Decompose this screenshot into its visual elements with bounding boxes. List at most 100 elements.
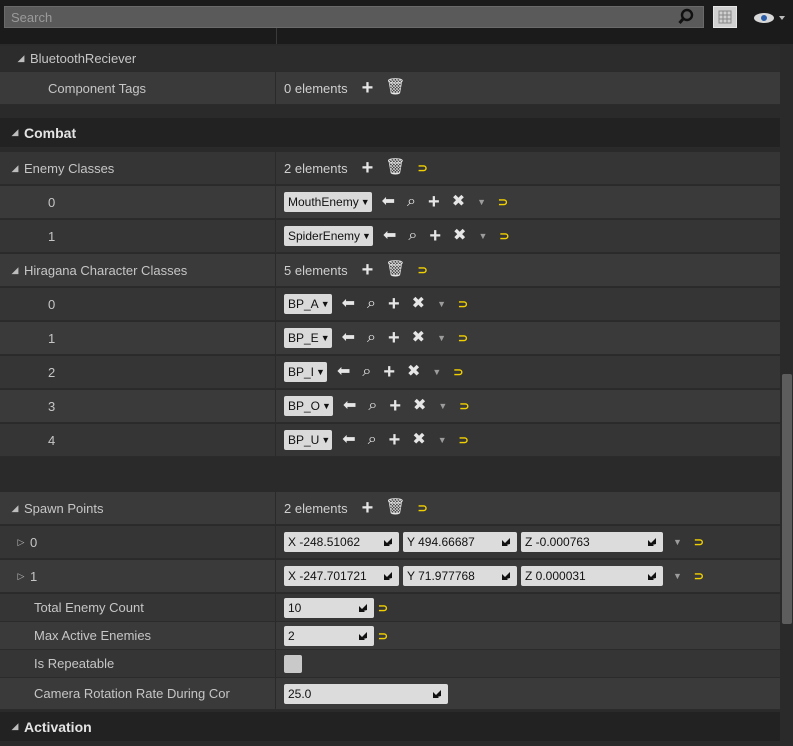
insert-icon[interactable]: +: [388, 328, 400, 348]
insert-icon[interactable]: +: [389, 396, 401, 416]
class-dropdown[interactable]: SpiderEnemy ▼: [284, 226, 373, 246]
add-element-icon[interactable]: +: [362, 78, 374, 98]
class-dropdown[interactable]: MouthEnemy ▼: [284, 192, 372, 212]
use-selected-icon[interactable]: ⬅: [342, 330, 355, 346]
expand-arrow-icon[interactable]: ▷: [14, 571, 28, 582]
reset-to-default-icon[interactable]: ⊃: [499, 228, 509, 244]
is-repeatable-checkbox[interactable]: [284, 654, 302, 673]
class-dropdown[interactable]: BP_A ▼: [284, 294, 332, 314]
z-field[interactable]: Z 0.000031: [521, 566, 663, 586]
add-element-icon[interactable]: +: [362, 260, 374, 280]
reset-to-default-icon[interactable]: ⊃: [458, 296, 468, 312]
insert-icon[interactable]: +: [388, 294, 400, 314]
use-selected-icon[interactable]: ⬅: [342, 296, 355, 312]
x-field[interactable]: X -248.51062: [284, 532, 399, 552]
drag-value-icon: [359, 631, 367, 640]
add-element-icon[interactable]: +: [362, 498, 374, 518]
scrollbar-thumb[interactable]: [782, 374, 792, 624]
more-options-icon[interactable]: ▼: [438, 401, 447, 411]
search-box[interactable]: [4, 6, 704, 28]
collapse-arrow-icon[interactable]: ◢: [8, 265, 22, 276]
reset-to-default-icon[interactable]: ⊃: [378, 628, 388, 644]
trash-icon[interactable]: 🗑: [385, 80, 405, 96]
use-selected-icon[interactable]: ⬅: [383, 228, 396, 244]
add-element-icon[interactable]: +: [362, 158, 374, 178]
class-dropdown[interactable]: BP_O ▼: [284, 396, 333, 416]
class-dropdown[interactable]: BP_I ▼: [284, 362, 327, 382]
trash-icon[interactable]: 🗑: [385, 500, 405, 516]
collapse-arrow-icon[interactable]: ◢: [8, 163, 22, 174]
collapse-arrow-icon[interactable]: ◢: [8, 503, 22, 514]
collapse-arrow-icon[interactable]: ◢: [8, 721, 22, 732]
collapse-arrow-icon[interactable]: ◢: [8, 127, 22, 138]
more-options-icon[interactable]: ▼: [477, 197, 486, 207]
reset-to-default-icon[interactable]: ⊃: [459, 398, 469, 414]
reset-to-default-icon[interactable]: ⊃: [418, 262, 428, 278]
x-field[interactable]: X -247.701721: [284, 566, 399, 586]
clear-icon[interactable]: ✖: [412, 432, 425, 448]
reset-to-default-icon[interactable]: ⊃: [498, 194, 508, 210]
more-options-icon[interactable]: ▼: [478, 231, 487, 241]
class-dropdown[interactable]: BP_E ▼: [284, 328, 332, 348]
more-options-icon[interactable]: ▼: [673, 537, 682, 547]
total-enemy-count-field[interactable]: 10: [284, 597, 374, 618]
more-options-icon[interactable]: ▼: [437, 333, 446, 343]
y-field[interactable]: Y 71.977768: [403, 566, 517, 586]
class-dropdown[interactable]: BP_U ▼: [284, 430, 333, 450]
browse-icon[interactable]: ⌕: [368, 432, 377, 448]
more-options-icon[interactable]: ▼: [438, 435, 447, 445]
browse-icon[interactable]: ⌕: [408, 228, 417, 244]
category-activation[interactable]: ◢ Activation: [0, 712, 780, 742]
view-options-button[interactable]: [752, 8, 792, 28]
clear-icon[interactable]: ✖: [413, 398, 426, 414]
clear-icon[interactable]: ✖: [453, 228, 466, 244]
use-selected-icon[interactable]: ⬅: [382, 194, 395, 210]
vertical-scrollbar[interactable]: [781, 46, 793, 746]
camera-rotation-rate-field[interactable]: 25.0: [284, 683, 448, 704]
collapse-arrow-icon[interactable]: ◢: [14, 53, 28, 64]
browse-icon[interactable]: ⌕: [407, 194, 416, 210]
clear-icon[interactable]: ✖: [412, 296, 425, 312]
insert-icon[interactable]: +: [429, 226, 441, 246]
reset-to-default-icon[interactable]: ⊃: [418, 500, 428, 516]
y-value: Y 494.66687: [407, 535, 475, 549]
reset-to-default-icon[interactable]: ⊃: [378, 600, 388, 616]
use-selected-icon[interactable]: ⬅: [342, 432, 355, 448]
insert-icon[interactable]: +: [389, 430, 401, 450]
browse-icon[interactable]: ⌕: [367, 296, 376, 312]
category-combat[interactable]: ◢ Combat: [0, 118, 780, 148]
chevron-down-icon: ▼: [320, 333, 330, 343]
trash-icon[interactable]: 🗑: [385, 160, 405, 176]
more-options-icon[interactable]: ▼: [673, 571, 682, 581]
browse-icon[interactable]: ⌕: [367, 330, 376, 346]
search-icon[interactable]: [677, 8, 695, 26]
category-title: Activation: [24, 718, 92, 735]
z-field[interactable]: Z -0.000763: [521, 532, 663, 552]
more-options-icon[interactable]: ▼: [437, 299, 446, 309]
insert-icon[interactable]: +: [428, 192, 440, 212]
reset-to-default-icon[interactable]: ⊃: [459, 432, 469, 448]
expand-arrow-icon[interactable]: ▷: [14, 537, 28, 548]
subcategory-bluetooth[interactable]: ◢ BluetoothReciever: [0, 46, 780, 72]
trash-icon[interactable]: 🗑: [385, 262, 405, 278]
insert-icon[interactable]: +: [383, 362, 395, 382]
use-selected-icon[interactable]: ⬅: [343, 398, 356, 414]
reset-to-default-icon[interactable]: ⊃: [694, 568, 704, 584]
browse-icon[interactable]: ⌕: [362, 364, 371, 380]
max-active-enemies-field[interactable]: 2: [284, 625, 374, 646]
clear-icon[interactable]: ✖: [412, 330, 425, 346]
clear-icon[interactable]: ✖: [407, 364, 420, 380]
use-selected-icon[interactable]: ⬅: [337, 364, 350, 380]
y-field[interactable]: Y 494.66687: [403, 532, 517, 552]
property-row-camera-rotation-rate: Camera Rotation Rate During Cor 25.0: [0, 678, 780, 710]
drag-value-icon: [359, 603, 367, 612]
browse-icon[interactable]: ⌕: [368, 398, 377, 414]
search-input[interactable]: [5, 7, 665, 27]
reset-to-default-icon[interactable]: ⊃: [458, 330, 468, 346]
reset-to-default-icon[interactable]: ⊃: [418, 160, 428, 176]
property-matrix-button[interactable]: [713, 6, 737, 28]
reset-to-default-icon[interactable]: ⊃: [694, 534, 704, 550]
reset-to-default-icon[interactable]: ⊃: [453, 364, 463, 380]
clear-icon[interactable]: ✖: [452, 194, 465, 210]
more-options-icon[interactable]: ▼: [432, 367, 441, 377]
